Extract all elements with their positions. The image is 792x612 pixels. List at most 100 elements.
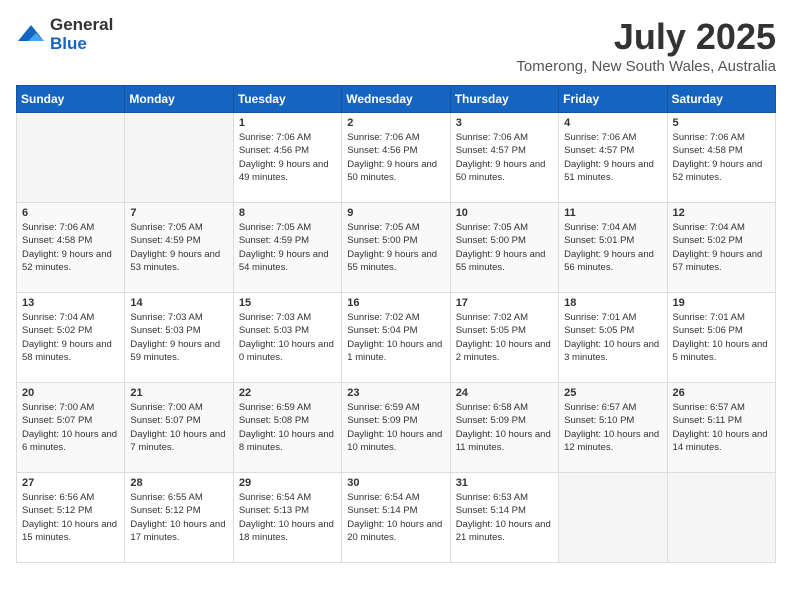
calendar-cell: 9Sunrise: 7:05 AM Sunset: 5:00 PM Daylig… (342, 203, 450, 293)
day-info: Sunrise: 6:59 AM Sunset: 5:09 PM Dayligh… (347, 401, 444, 454)
month-title: July 2025 (516, 16, 776, 58)
calendar-week-row: 20 Sunrise: 7:00 AM Sunset: 5:07 PM Dayli… (17, 383, 776, 473)
day-number: 22 (239, 387, 336, 399)
calendar-cell: 22Sunrise: 6:59 AM Sunset: 5:08 PM Dayli… (233, 383, 341, 473)
day-info: Sunrise: 6:58 AM Sunset: 5:09 PM Dayligh… (456, 401, 553, 454)
day-number: 20 (22, 387, 119, 399)
calendar-cell: 17 Sunrise: 7:02 AM Sunset: 5:05 PM Dayli… (450, 293, 558, 383)
day-info: Sunrise: 7:00 AM Sunset: 5:07 PM Dayligh… (130, 401, 227, 454)
day-number: 1 (239, 117, 336, 129)
header-cell-tuesday: Tuesday (233, 86, 341, 113)
day-info: Sunrise: 6:57 AM Sunset: 5:10 PM Dayligh… (564, 401, 661, 454)
day-number: 6 (22, 207, 119, 219)
calendar-week-row: 13 Sunrise: 7:04 AM Sunset: 5:02 PM Dayli… (17, 293, 776, 383)
calendar-cell: 27 Sunrise: 6:56 AM Sunset: 5:12 PM Dayli… (17, 473, 125, 563)
day-info: Sunrise: 7:06 AM Sunset: 4:57 PM Dayligh… (456, 131, 553, 184)
day-number: 12 (673, 207, 770, 219)
calendar-table: SundayMondayTuesdayWednesdayThursdayFrid… (16, 85, 776, 563)
day-info: Sunrise: 7:04 AM Sunset: 5:02 PM Dayligh… (673, 221, 770, 274)
header-cell-thursday: Thursday (450, 86, 558, 113)
day-info: Sunrise: 7:05 AM Sunset: 5:00 PM Dayligh… (456, 221, 553, 274)
day-number: 13 (22, 297, 119, 309)
calendar-cell: 13 Sunrise: 7:04 AM Sunset: 5:02 PM Dayli… (17, 293, 125, 383)
day-number: 16 (347, 297, 444, 309)
day-number: 8 (239, 207, 336, 219)
day-number: 27 (22, 477, 119, 489)
calendar-cell: 23 Sunrise: 6:59 AM Sunset: 5:09 PM Dayli… (342, 383, 450, 473)
day-info: Sunrise: 7:06 AM Sunset: 4:58 PM Dayligh… (22, 221, 119, 274)
day-number: 21 (130, 387, 227, 399)
day-info: Sunrise: 7:05 AM Sunset: 4:59 PM Dayligh… (130, 221, 227, 274)
title-block: July 2025 Tomerong, New South Wales, Aus… (516, 16, 776, 75)
day-number: 29 (239, 477, 336, 489)
logo-blue: Blue (50, 35, 113, 54)
calendar-cell: 3 Sunrise: 7:06 AM Sunset: 4:57 PM Daylig… (450, 113, 558, 203)
day-info: Sunrise: 7:02 AM Sunset: 5:05 PM Dayligh… (456, 311, 553, 364)
calendar-cell: 26Sunrise: 6:57 AM Sunset: 5:11 PM Dayli… (667, 383, 775, 473)
calendar-cell: 1 Sunrise: 7:06 AM Sunset: 4:56 PM Daylig… (233, 113, 341, 203)
calendar-week-row: 6 Sunrise: 7:06 AM Sunset: 4:58 PM Daylig… (17, 203, 776, 293)
day-number: 2 (347, 117, 444, 129)
calendar-cell: 8 Sunrise: 7:05 AM Sunset: 4:59 PM Daylig… (233, 203, 341, 293)
logo-icon (16, 23, 46, 47)
day-info: Sunrise: 7:05 AM Sunset: 4:59 PM Dayligh… (239, 221, 336, 274)
day-number: 4 (564, 117, 661, 129)
calendar-cell: 5Sunrise: 7:06 AM Sunset: 4:58 PM Daylig… (667, 113, 775, 203)
day-info: Sunrise: 6:55 AM Sunset: 5:12 PM Dayligh… (130, 491, 227, 544)
day-number: 3 (456, 117, 553, 129)
day-info: Sunrise: 7:01 AM Sunset: 5:06 PM Dayligh… (673, 311, 770, 364)
day-number: 15 (239, 297, 336, 309)
day-number: 18 (564, 297, 661, 309)
day-info: Sunrise: 6:54 AM Sunset: 5:14 PM Dayligh… (347, 491, 444, 544)
day-info: Sunrise: 6:56 AM Sunset: 5:12 PM Dayligh… (22, 491, 119, 544)
day-number: 31 (456, 477, 553, 489)
header-cell-friday: Friday (559, 86, 667, 113)
day-info: Sunrise: 7:06 AM Sunset: 4:56 PM Dayligh… (239, 131, 336, 184)
location-title: Tomerong, New South Wales, Australia (516, 58, 776, 75)
calendar-week-row: 1 Sunrise: 7:06 AM Sunset: 4:56 PM Daylig… (17, 113, 776, 203)
day-info: Sunrise: 7:04 AM Sunset: 5:01 PM Dayligh… (564, 221, 661, 274)
day-info: Sunrise: 7:03 AM Sunset: 5:03 PM Dayligh… (239, 311, 336, 364)
calendar-week-row: 27 Sunrise: 6:56 AM Sunset: 5:12 PM Dayli… (17, 473, 776, 563)
day-info: Sunrise: 7:01 AM Sunset: 5:05 PM Dayligh… (564, 311, 661, 364)
calendar-cell: 24 Sunrise: 6:58 AM Sunset: 5:09 PM Dayli… (450, 383, 558, 473)
day-info: Sunrise: 7:02 AM Sunset: 5:04 PM Dayligh… (347, 311, 444, 364)
calendar-cell: 15 Sunrise: 7:03 AM Sunset: 5:03 PM Dayli… (233, 293, 341, 383)
day-info: Sunrise: 7:04 AM Sunset: 5:02 PM Dayligh… (22, 311, 119, 364)
day-info: Sunrise: 6:54 AM Sunset: 5:13 PM Dayligh… (239, 491, 336, 544)
calendar-cell: 28 Sunrise: 6:55 AM Sunset: 5:12 PM Dayli… (125, 473, 233, 563)
calendar-cell: 14 Sunrise: 7:03 AM Sunset: 5:03 PM Dayli… (125, 293, 233, 383)
header-cell-monday: Monday (125, 86, 233, 113)
calendar-cell: 19 Sunrise: 7:01 AM Sunset: 5:06 PM Dayli… (667, 293, 775, 383)
day-number: 30 (347, 477, 444, 489)
day-info: Sunrise: 7:06 AM Sunset: 4:56 PM Dayligh… (347, 131, 444, 184)
calendar-cell: 21 Sunrise: 7:00 AM Sunset: 5:07 PM Dayli… (125, 383, 233, 473)
day-number: 28 (130, 477, 227, 489)
day-info: Sunrise: 7:03 AM Sunset: 5:03 PM Dayligh… (130, 311, 227, 364)
calendar-cell (667, 473, 775, 563)
calendar-body: 1 Sunrise: 7:06 AM Sunset: 4:56 PM Daylig… (17, 113, 776, 563)
calendar-cell: 31 Sunrise: 6:53 AM Sunset: 5:14 PM Dayli… (450, 473, 558, 563)
day-number: 24 (456, 387, 553, 399)
day-number: 19 (673, 297, 770, 309)
logo: General Blue (16, 16, 113, 53)
day-info: Sunrise: 7:06 AM Sunset: 4:58 PM Dayligh… (673, 131, 770, 184)
calendar-cell: 18 Sunrise: 7:01 AM Sunset: 5:05 PM Dayli… (559, 293, 667, 383)
calendar-cell: 16 Sunrise: 7:02 AM Sunset: 5:04 PM Dayli… (342, 293, 450, 383)
header-cell-wednesday: Wednesday (342, 86, 450, 113)
calendar-cell (17, 113, 125, 203)
header-cell-sunday: Sunday (17, 86, 125, 113)
day-info: Sunrise: 7:05 AM Sunset: 5:00 PM Dayligh… (347, 221, 444, 274)
day-info: Sunrise: 6:53 AM Sunset: 5:14 PM Dayligh… (456, 491, 553, 544)
day-number: 10 (456, 207, 553, 219)
header-cell-saturday: Saturday (667, 86, 775, 113)
calendar-cell (559, 473, 667, 563)
day-number: 14 (130, 297, 227, 309)
day-number: 17 (456, 297, 553, 309)
calendar-cell: 11Sunrise: 7:04 AM Sunset: 5:01 PM Dayli… (559, 203, 667, 293)
calendar-cell: 10 Sunrise: 7:05 AM Sunset: 5:00 PM Dayli… (450, 203, 558, 293)
day-number: 23 (347, 387, 444, 399)
calendar-cell: 25 Sunrise: 6:57 AM Sunset: 5:10 PM Dayli… (559, 383, 667, 473)
day-number: 25 (564, 387, 661, 399)
calendar-cell: 4Sunrise: 7:06 AM Sunset: 4:57 PM Daylig… (559, 113, 667, 203)
